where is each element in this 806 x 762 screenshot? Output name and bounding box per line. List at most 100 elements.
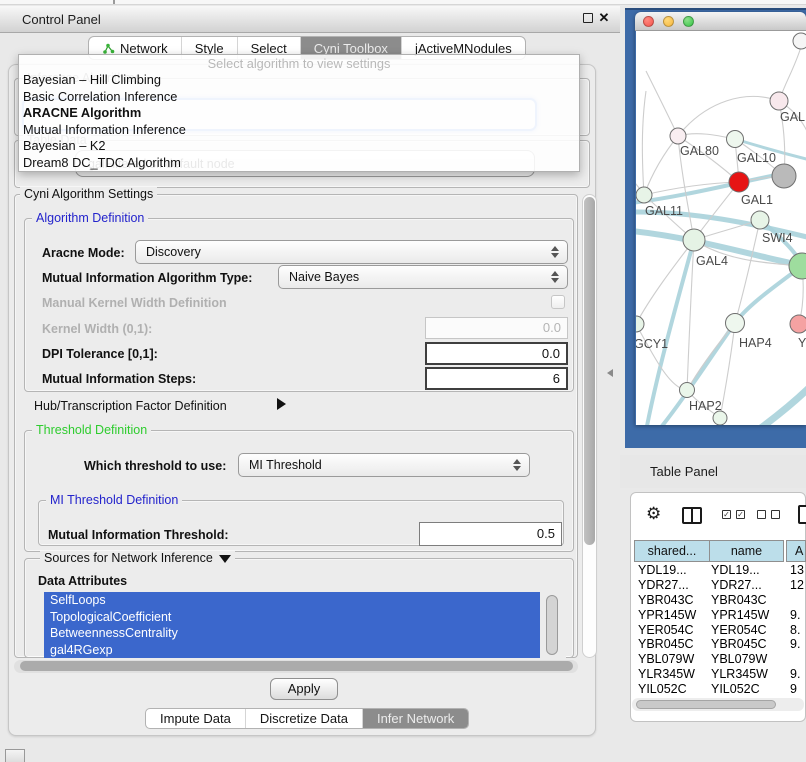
- tab-impute-data[interactable]: Impute Data: [146, 709, 246, 728]
- attribute-item[interactable]: SelfLoops: [44, 592, 540, 609]
- node-label-hap4: HAP4: [739, 336, 772, 350]
- which-threshold-combobox[interactable]: MI Threshold: [238, 453, 530, 477]
- network-node-partial-bottom[interactable]: [713, 411, 727, 425]
- cyni-algorithm-settings-title: Cyni Algorithm Settings: [20, 187, 157, 201]
- close-icon[interactable]: ✕: [597, 10, 611, 26]
- table-row[interactable]: YDL19...YDL19...13: [632, 563, 806, 578]
- network-node-gal10[interactable]: [727, 131, 744, 148]
- network-node-swi4[interactable]: [751, 211, 769, 229]
- tab-discretize-data[interactable]: Discretize Data: [246, 709, 363, 728]
- which-threshold-label: Which threshold to use:: [84, 459, 226, 473]
- attributes-scrollbar-thumb[interactable]: [546, 595, 558, 655]
- algorithm-option[interactable]: Basic Correlation Inference: [19, 89, 579, 106]
- aracne-mode-label: Aracne Mode:: [42, 246, 125, 260]
- table-row[interactable]: YBR045CYBR045C9.: [632, 637, 806, 652]
- table-cell: YBL079W: [709, 652, 786, 667]
- mi-type-value: Naive Bayes: [289, 270, 359, 284]
- table-row[interactable]: YER054CYER054C8.: [632, 623, 806, 638]
- table-panel-title: Table Panel: [650, 464, 718, 479]
- attribute-item[interactable]: gal4RGexp: [44, 642, 540, 659]
- table-hscrollbar-thumb[interactable]: [636, 700, 776, 709]
- network-node-gal1[interactable]: [729, 172, 749, 192]
- mi-threshold-label: Mutual Information Threshold:: [48, 528, 229, 542]
- apply-button[interactable]: Apply: [270, 678, 338, 700]
- deselect-all-checkbox-icon[interactable]: [757, 510, 766, 519]
- column-header-shared[interactable]: shared...: [634, 540, 710, 562]
- network-node-y-cut[interactable]: [790, 315, 806, 333]
- network-node-hap2[interactable]: [680, 383, 695, 398]
- algorithm-option[interactable]: Dream8 DC_TDC Algorithm: [19, 155, 579, 172]
- table-cell: YBR043C: [709, 593, 786, 608]
- table-cell: YBR045C: [632, 637, 709, 652]
- zoom-traffic-light-icon[interactable]: [683, 16, 694, 27]
- file-icon[interactable]: [798, 505, 806, 524]
- network-window-titlebar[interactable]: [635, 12, 806, 31]
- algorithm-option[interactable]: Mutual Information Inference: [19, 122, 579, 139]
- table-row[interactable]: YIL052CYIL052C9: [632, 682, 806, 697]
- network-node-gray-node[interactable]: [772, 164, 796, 188]
- table-cell: YLR345W: [709, 667, 786, 682]
- table-cell: YLR345W: [632, 667, 709, 682]
- select-all-checkbox-icon2[interactable]: ✓: [736, 510, 745, 519]
- network-canvas[interactable]: GALGAL80GAL10GAL1GAL11SWI4GAL4GCY1HAP4YH…: [636, 31, 806, 425]
- network-node-gal80[interactable]: [670, 128, 686, 144]
- column-header-third[interactable]: A: [786, 540, 806, 562]
- network-node-gal4[interactable]: [683, 229, 705, 251]
- table-cell: YBR043C: [632, 593, 709, 608]
- minimize-traffic-light-icon[interactable]: [663, 16, 674, 27]
- table-row[interactable]: YPR145WYPR145W9.: [632, 608, 806, 623]
- table-row[interactable]: YBR043CYBR043C: [632, 593, 806, 608]
- table-row[interactable]: YBL079WYBL079W: [632, 652, 806, 667]
- tab-infer-network[interactable]: Infer Network: [363, 709, 468, 728]
- table-row[interactable]: YDR27...YDR27...12: [632, 578, 806, 593]
- deselect-all-checkbox-icon2[interactable]: [771, 510, 780, 519]
- sources-title[interactable]: Sources for Network Inference: [40, 551, 235, 565]
- split-columns-icon[interactable]: [682, 507, 702, 524]
- node-label-gal4: GAL4: [696, 254, 728, 268]
- hub-tf-definition-toggle[interactable]: Hub/Transcription Factor Definition: [34, 399, 227, 413]
- splitter-collapse-icon[interactable]: [607, 369, 613, 377]
- mi-steps-field[interactable]: 6: [425, 367, 568, 390]
- aracne-mode-combobox[interactable]: Discovery: [135, 240, 568, 264]
- settings-hscrollbar-thumb[interactable]: [20, 661, 573, 671]
- attribute-item[interactable]: TopologicalCoefficient: [44, 609, 540, 626]
- table-row[interactable]: YLR345WYLR345W9.: [632, 667, 806, 682]
- table-cell: 9.: [786, 637, 800, 652]
- network-node-gcy1[interactable]: [636, 316, 644, 332]
- network-node-gal11[interactable]: [636, 187, 652, 203]
- attribute-item[interactable]: BetweennessCentrality: [44, 625, 540, 642]
- manual-kernel-checkbox[interactable]: [551, 295, 565, 309]
- dpi-tolerance-label: DPI Tolerance [0,1]:: [42, 347, 158, 361]
- dpi-tolerance-field[interactable]: 0.0: [425, 342, 568, 365]
- settings-gear-icon[interactable]: ⚙: [646, 504, 661, 524]
- collapse-arrow-icon: [219, 555, 231, 563]
- control-panel-header: Control Panel: [0, 6, 620, 33]
- mi-algorithm-type-combobox[interactable]: Naive Bayes: [278, 265, 568, 289]
- network-edge: [642, 91, 646, 195]
- table-cell: 9.: [786, 667, 800, 682]
- algorithm-option[interactable]: ARACNE Algorithm: [19, 105, 579, 122]
- expand-arrow-icon[interactable]: [277, 398, 286, 410]
- table-cell: YDR27...: [632, 578, 709, 593]
- kernel-width-field[interactable]: 0.0: [425, 317, 568, 339]
- bottom-tabbar: Impute Data Discretize Data Infer Networ…: [145, 708, 469, 729]
- algorithm-option[interactable]: Bayesian – K2: [19, 138, 579, 155]
- data-attributes-list[interactable]: SelfLoopsTopologicalCoefficientBetweenne…: [44, 592, 566, 659]
- settings-vscrollbar-thumb[interactable]: [584, 197, 595, 545]
- network-window[interactable]: GALGAL80GAL10GAL1GAL11SWI4GAL4GCY1HAP4YH…: [635, 12, 806, 425]
- select-all-checkbox-icon[interactable]: ✓: [722, 510, 731, 519]
- float-window-icon[interactable]: [583, 13, 593, 23]
- column-header-name[interactable]: name: [709, 540, 784, 562]
- network-node-gal-cut[interactable]: [770, 92, 788, 110]
- algorithm-option[interactable]: Bayesian – Hill Climbing: [19, 72, 579, 89]
- close-traffic-light-icon[interactable]: [643, 16, 654, 27]
- tab-label: Infer Network: [377, 711, 454, 726]
- node-label-gal1: GAL1: [741, 193, 773, 207]
- table-rows: YDL19...YDL19...13YDR27...YDR27...12YBR0…: [632, 563, 806, 697]
- network-node-partial-top[interactable]: [793, 33, 806, 49]
- bottom-left-button[interactable]: [5, 749, 25, 762]
- node-label-gal-cut: GAL: [780, 110, 805, 124]
- mi-threshold-field[interactable]: 0.5: [419, 522, 562, 546]
- node-label-gal80: GAL80: [680, 144, 719, 158]
- network-node-hap4[interactable]: [726, 314, 745, 333]
